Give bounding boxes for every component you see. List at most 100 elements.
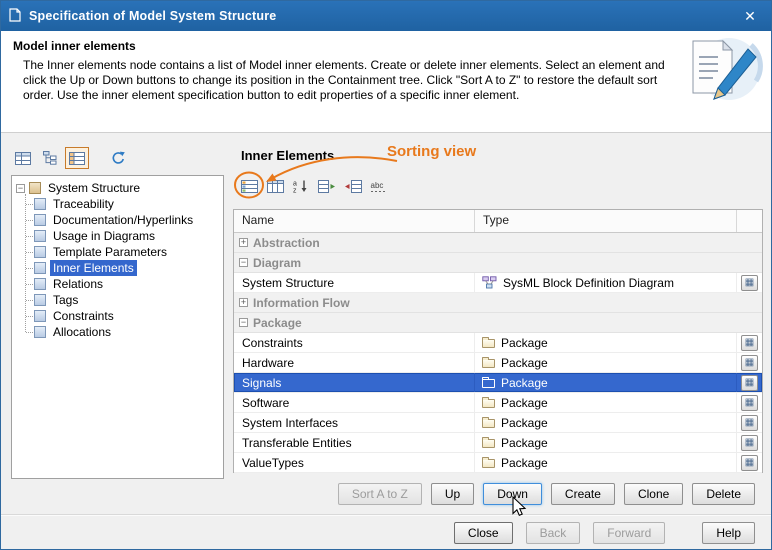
actions-cell: ▦ — [736, 393, 762, 412]
column-header-name[interactable]: Name — [234, 210, 474, 232]
table-row-constraints[interactable]: Constraints Package ▦ — [234, 333, 762, 353]
actions-cell: ▦ — [736, 353, 762, 372]
table-row-system-structure[interactable]: System Structure SysML Block Definition … — [234, 273, 762, 293]
tree-item-label: Allocations — [50, 324, 114, 340]
category-icon — [34, 262, 46, 274]
table-row-software[interactable]: Software Package ▦ — [234, 393, 762, 413]
model-icon — [29, 182, 41, 194]
open-specification-icon[interactable]: ▦ — [741, 275, 758, 291]
name-cell: System Interfaces — [234, 413, 474, 432]
tree-item-label: Inner Elements — [50, 260, 137, 276]
inner-elements-view-button[interactable] — [65, 147, 89, 169]
category-icon — [34, 294, 46, 306]
tree-item-label: Tags — [50, 292, 81, 308]
expand-icon[interactable]: + — [239, 298, 248, 307]
sort-a-to-z-action-button: Sort A to Z — [338, 483, 422, 505]
page-title: Inner Elements — [241, 148, 334, 163]
category-icon — [34, 198, 46, 210]
tree-item-label: Constraints — [50, 308, 117, 324]
specification-dialog: Specification of Model System Structure … — [0, 0, 772, 550]
create-button[interactable]: Create — [551, 483, 615, 505]
collapse-icon[interactable]: − — [239, 318, 248, 327]
category-icon — [34, 310, 46, 322]
category-icon — [34, 278, 46, 290]
tree-root[interactable]: − System Structure — [14, 180, 221, 196]
close-button[interactable]: Close — [454, 522, 513, 544]
group-label: Package — [253, 316, 302, 330]
tree-item-tags[interactable]: Tags — [20, 292, 221, 308]
type-cell: SysML Block Definition Diagram — [474, 273, 736, 292]
columns-view-button[interactable] — [263, 175, 287, 197]
group-label: Diagram — [253, 256, 301, 270]
help-button[interactable]: Help — [702, 522, 755, 544]
grid-view-icon — [15, 152, 31, 165]
open-specification-icon[interactable]: ▦ — [741, 355, 758, 371]
tree-item-traceability[interactable]: Traceability — [20, 196, 221, 212]
delete-button[interactable]: Delete — [692, 483, 755, 505]
tree-item-inner-elements[interactable]: Inner Elements — [20, 260, 221, 276]
tree-root-expander[interactable]: − — [16, 184, 25, 193]
tree-item-usage-in-diagrams[interactable]: Usage in Diagrams — [20, 228, 221, 244]
inner-elements-table: Name Type + Abstraction − Diagram System… — [233, 209, 763, 473]
refresh-button[interactable] — [106, 147, 130, 169]
type-cell: Package — [474, 393, 736, 412]
tree-item-template-parameters[interactable]: Template Parameters — [20, 244, 221, 260]
type-label: Package — [501, 396, 548, 410]
tree-item-label: Template Parameters — [50, 244, 170, 260]
category-icon — [34, 230, 46, 242]
table-group-diagram[interactable]: − Diagram — [234, 253, 762, 273]
table-group-package[interactable]: − Package — [234, 313, 762, 333]
table-row-system-interfaces[interactable]: System Interfaces Package ▦ — [234, 413, 762, 433]
table-group-abstraction[interactable]: + Abstraction — [234, 233, 762, 253]
table-group-information-flow[interactable]: + Information Flow — [234, 293, 762, 313]
tree-item-relations[interactable]: Relations — [20, 276, 221, 292]
type-cell: Package — [474, 413, 736, 432]
table-row-valuetypes[interactable]: ValueTypes Package ▦ — [234, 453, 762, 473]
actions-cell: ▦ — [736, 333, 762, 352]
table-row-hardware[interactable]: Hardware Package ▦ — [234, 353, 762, 373]
tree-item-documentation-hyperlinks[interactable]: Documentation/Hyperlinks — [20, 212, 221, 228]
column-header-type[interactable]: Type — [474, 210, 736, 232]
sort-a-to-z-icon: az — [293, 179, 309, 193]
open-specification-icon[interactable]: ▦ — [741, 415, 758, 431]
collapse-icon[interactable]: − — [239, 258, 248, 267]
action-button-row: Sort A to Z Up Down Create Clone Delete — [233, 483, 755, 505]
down-button[interactable]: Down — [483, 483, 542, 505]
block-definition-diagram-icon — [482, 276, 497, 289]
back-button: Back — [526, 522, 581, 544]
table-row-signals[interactable]: Signals Package ▦ — [234, 373, 762, 393]
open-specification-icon[interactable]: ▦ — [741, 435, 758, 451]
expand-nodes-button[interactable] — [315, 175, 339, 197]
tree-mode-toolbar — [11, 147, 130, 169]
sorting-view-button[interactable] — [237, 175, 261, 197]
table-row-transferable-entities[interactable]: Transferable Entities Package ▦ — [234, 433, 762, 453]
containment-tree: − System Structure Traceability Document… — [11, 175, 224, 479]
tree-view-icon — [43, 151, 58, 165]
inner-elements-toolbar: az abc — [237, 173, 391, 199]
grid-view-button[interactable] — [11, 147, 35, 169]
tree-children: Traceability Documentation/Hyperlinks Us… — [20, 196, 221, 340]
sort-a-to-z-button[interactable]: az — [289, 175, 313, 197]
collapse-nodes-icon — [344, 180, 362, 193]
open-specification-icon[interactable]: ▦ — [741, 395, 758, 411]
expand-icon[interactable]: + — [239, 238, 248, 247]
tree-item-allocations[interactable]: Allocations — [20, 324, 221, 340]
close-icon[interactable]: ✕ — [737, 5, 763, 27]
open-specification-icon[interactable]: ▦ — [741, 335, 758, 351]
column-header-actions — [736, 210, 762, 232]
tree-item-constraints[interactable]: Constraints — [20, 308, 221, 324]
type-label: Package — [501, 336, 548, 350]
tree-view-button[interactable] — [38, 147, 62, 169]
open-specification-icon[interactable]: ▦ — [741, 375, 758, 391]
type-label: Package — [501, 356, 548, 370]
collapse-nodes-button[interactable] — [341, 175, 365, 197]
up-button[interactable]: Up — [431, 483, 474, 505]
tree-item-label: Usage in Diagrams — [50, 228, 158, 244]
abc-button[interactable]: abc — [367, 175, 391, 197]
clone-button[interactable]: Clone — [624, 483, 683, 505]
actions-cell: ▦ — [736, 373, 762, 392]
open-specification-icon[interactable]: ▦ — [741, 455, 758, 471]
annotation-text: Sorting view — [387, 143, 476, 160]
type-cell: Package — [474, 433, 736, 452]
package-icon — [482, 359, 495, 368]
